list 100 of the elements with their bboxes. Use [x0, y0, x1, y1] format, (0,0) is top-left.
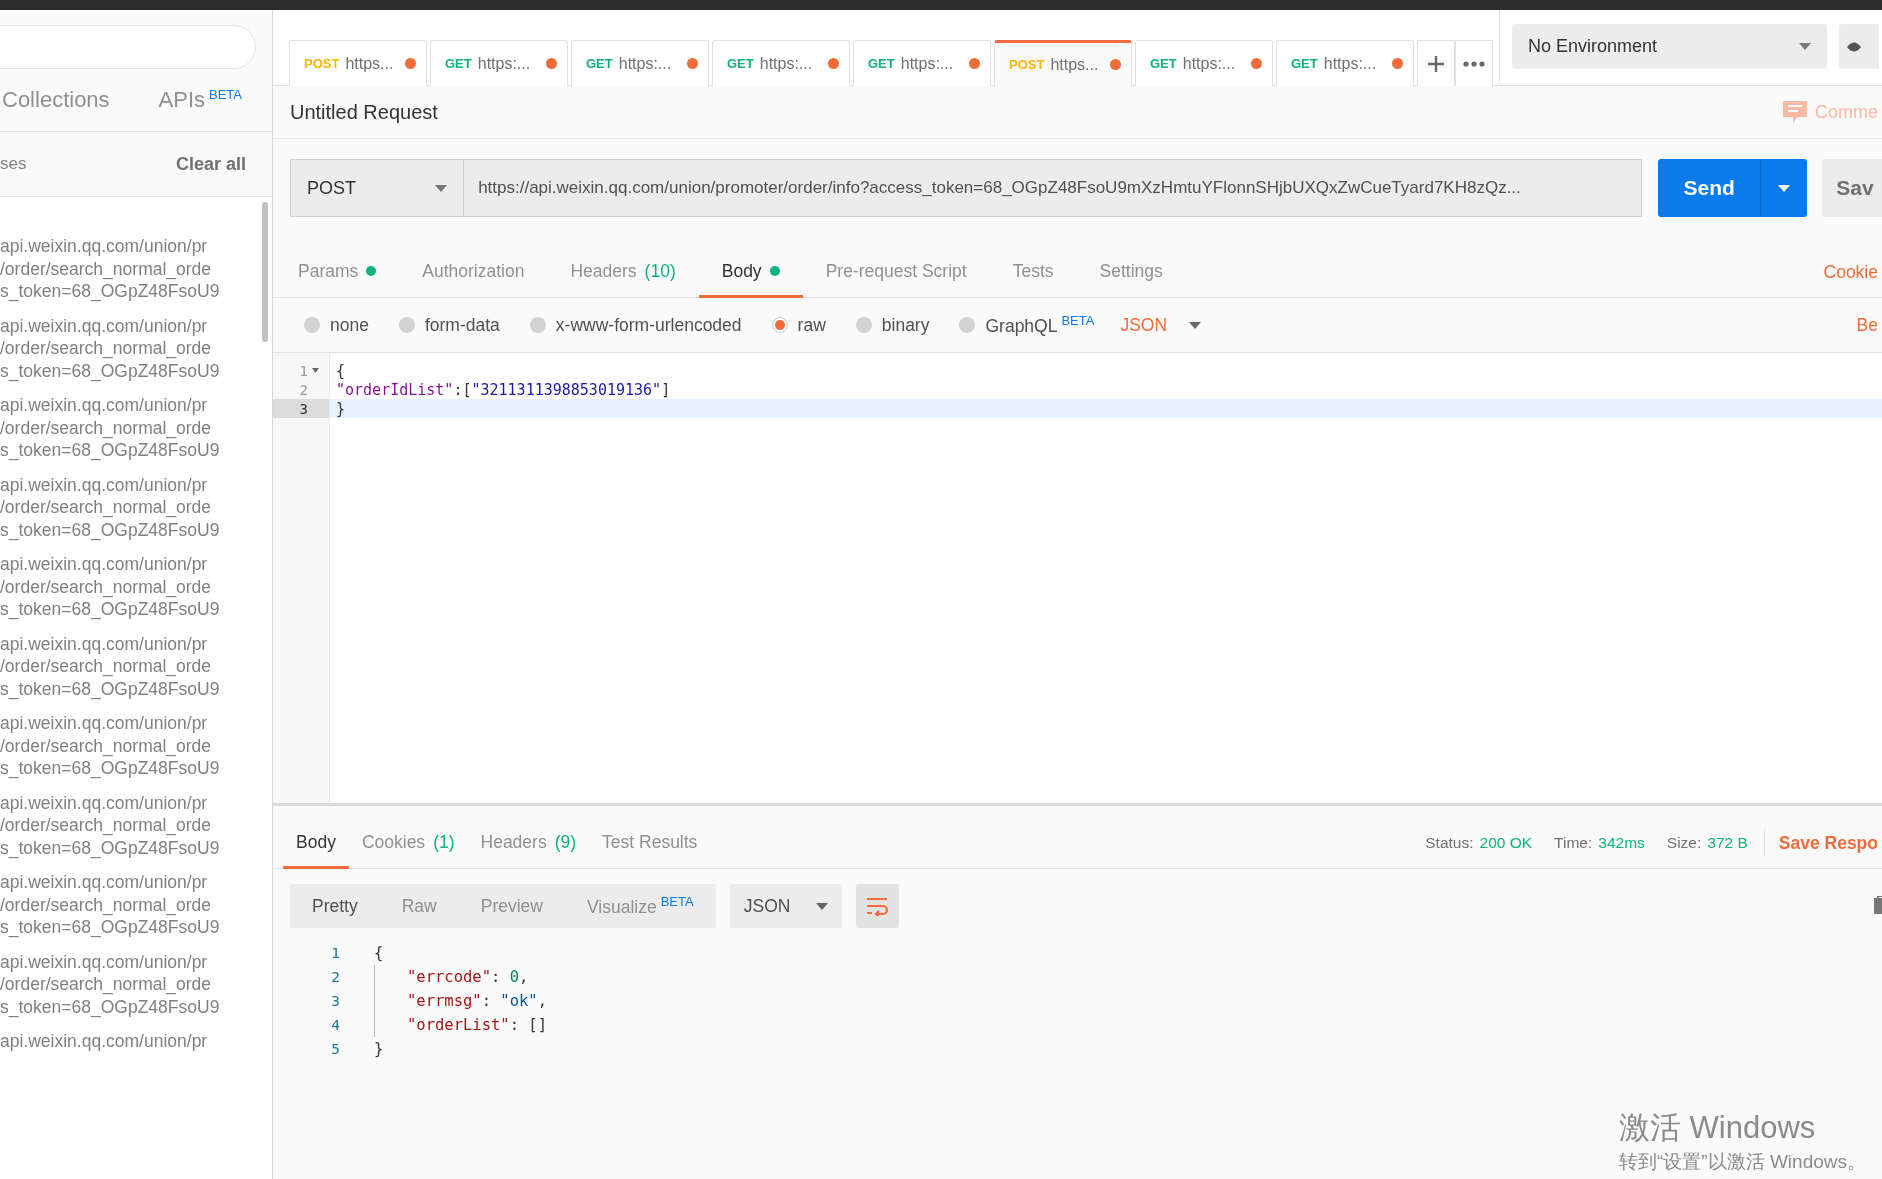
history-item[interactable]: api.weixin.qq.com/union/pr /order/search_normal_orde s_token=68_OGpZ48FsoU9 [0, 553, 272, 621]
format-dropdown[interactable]: JSON [1120, 314, 1202, 336]
line-number: 1 [330, 945, 341, 961]
line-number: 4 [330, 1017, 341, 1033]
request-tab[interactable]: GET https:... [1276, 40, 1414, 86]
scrollbar[interactable] [262, 202, 268, 342]
line-number: 3 [330, 993, 341, 1009]
code-token: { [374, 944, 384, 962]
response-meta: Status: 200 OK [1425, 834, 1533, 852]
section-tab[interactable]: Tests [989, 247, 1077, 298]
code-token: "errcode" [407, 968, 491, 986]
code-token: 0 [509, 968, 519, 986]
comment-icon [1783, 101, 1807, 123]
wrap-lines-button[interactable] [855, 884, 899, 928]
history-item[interactable]: api.weixin.qq.com/union/pr /order/search_normal_orde s_token=68_OGpZ48FsoU9 [0, 871, 272, 939]
body-type-radio[interactable]: GraphQL $^{BETA}$ [959, 313, 1095, 337]
line-number: 3 [273, 399, 330, 418]
history-item[interactable]: api.weixin.qq.com/union/pr /order/search_normal_orde s_token=68_OGpZ48FsoU9 [0, 950, 272, 1018]
code-token: } [336, 399, 346, 418]
activation-title: 激活 Windows [1619, 1109, 1817, 1147]
sidebar-tab[interactable]: Collections [2, 87, 110, 113]
section-tab[interactable]: Settings [1076, 247, 1186, 298]
request-tab[interactable]: GET https:... [712, 40, 850, 86]
caret-icon [1189, 321, 1202, 329]
wrap-lines-icon [865, 896, 890, 916]
eye-icon[interactable] [1839, 24, 1879, 69]
code-token: "orderIdList" [336, 380, 454, 399]
body-type-radio[interactable]: form-data [398, 314, 500, 336]
request-title: Untitled Request [290, 100, 438, 124]
history-item[interactable]: api.weixin.qq.com/union/pr /order/search_normal_orde s_token=68_OGpZ48FsoU9 [0, 473, 272, 541]
save-response-button[interactable]: Save Respo [1778, 832, 1878, 854]
request-tab[interactable]: GET https:... [853, 40, 991, 86]
more-icon [1463, 60, 1485, 67]
caret-icon [435, 184, 448, 192]
body-type-radio[interactable]: raw [771, 314, 826, 336]
save-button[interactable]: Sav [1822, 159, 1882, 217]
history-item[interactable]: api.weixin.qq.com/union/pr /order/search_normal_orde s_token=68_OGpZ48FsoU9 [0, 791, 272, 859]
code-token: { [336, 361, 346, 380]
section-tab[interactable]: Headers (10) [547, 247, 699, 298]
code-token: "orderList" [407, 1016, 510, 1034]
section-tab[interactable]: Body [698, 247, 803, 298]
body-type-radio[interactable]: binary [855, 314, 930, 336]
more-button[interactable] [1455, 40, 1493, 86]
body-type-radio[interactable]: x-www-form-urlencoded [529, 314, 742, 336]
history-item[interactable]: api.weixin.qq.com/union/pr /order/search_normal_orde s_token=68_OGpZ48FsoU9 [0, 632, 272, 700]
code-token: "ok" [500, 992, 538, 1010]
search-field[interactable] [0, 25, 256, 69]
caret-icon [1778, 184, 1791, 192]
sidebar-tab[interactable]: APIs $^{BETA}$ [158, 86, 242, 114]
view-mode-tab[interactable]: Preview [458, 884, 565, 928]
history-item[interactable]: api.weixin.qq.com/union/pr /order/search_normal_orde s_token=68_OGpZ48FsoU9 [0, 235, 272, 303]
line-number: 1 [273, 361, 330, 380]
request-tab[interactable]: POST https... [994, 40, 1132, 86]
activation-subtitle: 转到“设置”以激活 Windows。 [1619, 1150, 1866, 1174]
section-tab[interactable]: Authorization [399, 247, 548, 298]
response-tab[interactable]: Body [283, 818, 349, 869]
url-field[interactable]: https://api.weixin.qq.com/union/promoter/order/info?access_token=68_OGpZ48FsoU9mXzHmtuYFlonnSHjbUXQxZwCueTyard7KH8zQz... [463, 159, 1643, 217]
response-tab[interactable]: Test Results [589, 818, 711, 869]
response-tab[interactable]: Cookies (1) [348, 818, 468, 869]
history-item[interactable]: api.weixin.qq.com/union/pr /order/search_normal_orde s_token=68_OGpZ48FsoU9 [0, 712, 272, 780]
method-dropdown[interactable]: POST [290, 159, 464, 217]
cookies-link[interactable]: Cookie [1823, 261, 1878, 283]
code-token: : [481, 992, 492, 1010]
request-tab[interactable]: POST https... [289, 40, 427, 86]
clear-all-button[interactable]: Clear all [175, 153, 246, 175]
request-tab[interactable]: GET https:... [430, 40, 568, 86]
request-tab[interactable]: GET https:... [571, 40, 709, 86]
response-meta: Time: 342ms [1554, 834, 1645, 852]
view-mode-tab[interactable]: Raw [379, 884, 459, 928]
line-number: 2 [273, 380, 330, 399]
view-mode-tab[interactable]: Visualize $^{BETA}$ [565, 884, 716, 928]
plus-icon [1426, 53, 1446, 74]
line-number: 5 [330, 1041, 341, 1057]
code-token: :[ [453, 380, 472, 399]
response-tab[interactable]: Headers (9) [467, 818, 590, 869]
history-item[interactable]: api.weixin.qq.com/union/pr /order/search_normal_orde s_token=68_OGpZ48FsoU9 [0, 394, 272, 462]
history-item[interactable]: api.weixin.qq.com/union/pr /order/search_normal_orde s_token=68_OGpZ48FsoU9 [0, 314, 272, 382]
environment-dropdown[interactable]: No Environment [1512, 24, 1827, 69]
section-tab[interactable]: Pre-request Script [802, 247, 990, 298]
send-button[interactable]: Send [1658, 159, 1808, 217]
fold-caret-icon[interactable] [312, 368, 319, 373]
code-token: "errmsg" [407, 992, 482, 1010]
code-token: "3211311398853019136" [471, 380, 662, 399]
response-meta: Size: 372 B [1666, 834, 1748, 852]
response-format-dropdown[interactable]: JSON [729, 884, 842, 928]
beautify-link[interactable]: Be [1856, 314, 1878, 336]
history-item[interactable]: api.weixin.qq.com/union/pr [0, 1030, 272, 1053]
caret-icon [1799, 43, 1811, 50]
caret-icon [815, 902, 828, 910]
view-mode-tab[interactable]: Pretty [290, 884, 380, 928]
request-tab[interactable]: GET https:... [1135, 40, 1273, 86]
code-token: } [374, 1040, 384, 1058]
add-tab-button[interactable] [1417, 40, 1455, 86]
code-token: , [519, 968, 529, 986]
line-number: 2 [330, 969, 341, 985]
code-token: : [491, 968, 502, 986]
body-type-radio[interactable]: none [304, 314, 369, 336]
code-token: [] [528, 1016, 547, 1034]
section-tab[interactable]: Params [298, 247, 400, 298]
code-token: ] [661, 380, 671, 399]
